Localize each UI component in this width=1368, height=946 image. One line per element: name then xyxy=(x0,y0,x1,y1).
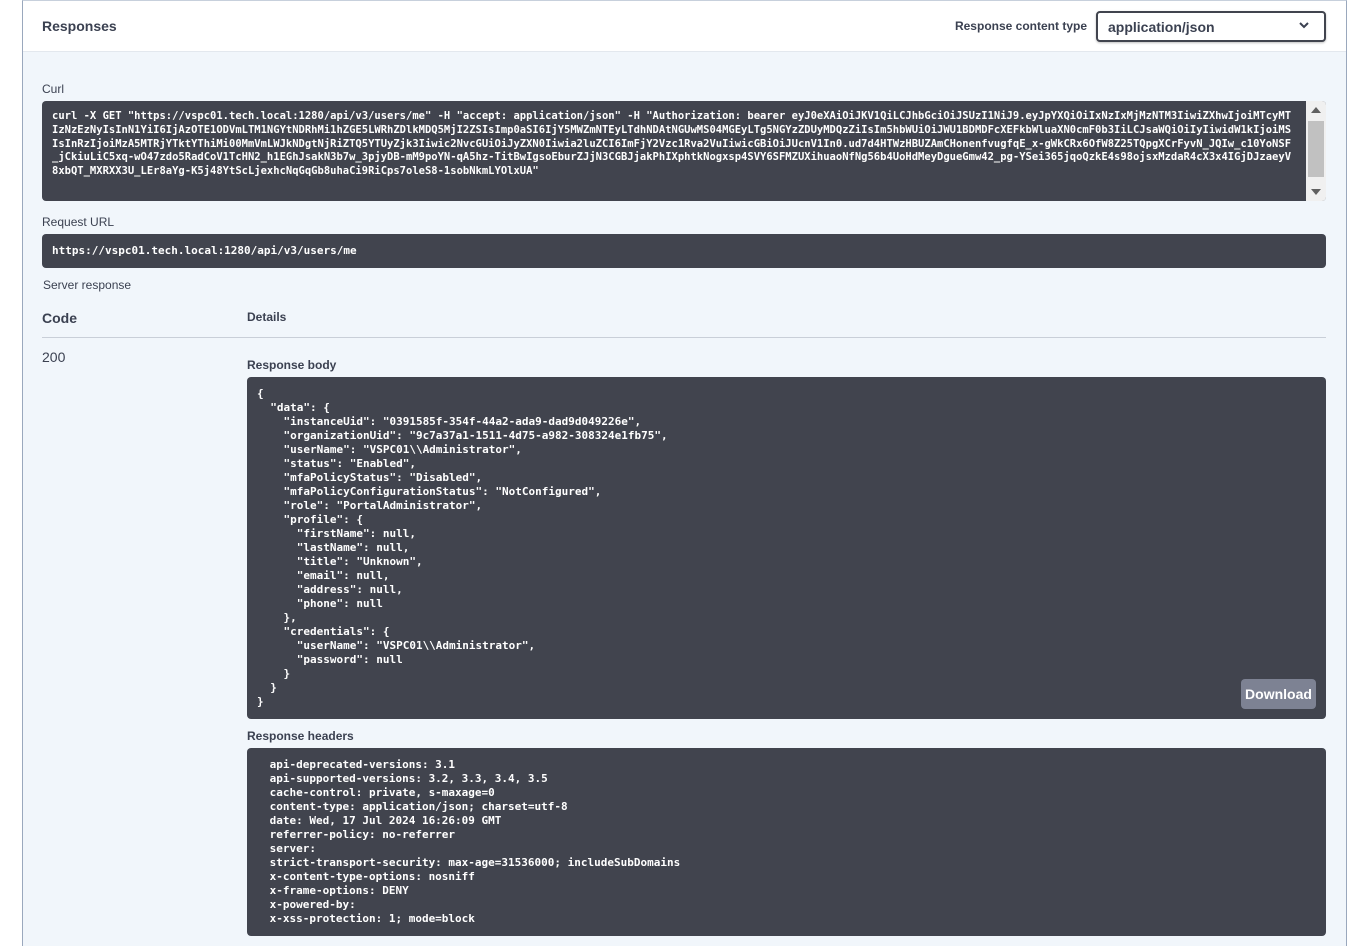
curl-label: Curl xyxy=(42,82,65,96)
response-headers-text: api-deprecated-versions: 3.1 api-support… xyxy=(269,758,681,925)
response-code: 200 xyxy=(42,349,66,365)
column-header-code: Code xyxy=(42,310,77,326)
curl-command: curl -X GET "https://vspc01.tech.local:1… xyxy=(52,110,1292,178)
download-button[interactable]: Download xyxy=(1241,679,1316,709)
responses-panel: Responses Response content type applicat… xyxy=(22,0,1347,946)
response-headers-label: Response headers xyxy=(247,729,354,743)
request-url-value[interactable]: https://vspc01.tech.local:1280/api/v3/us… xyxy=(42,234,1326,268)
arrow-down-icon[interactable] xyxy=(1311,189,1321,195)
chevron-down-icon xyxy=(1299,22,1309,29)
server-response-label: Server response xyxy=(43,278,132,292)
responses-header: Responses Response content type applicat… xyxy=(23,1,1346,52)
curl-code-block[interactable]: curl -X GET "https://vspc01.tech.local:1… xyxy=(42,101,1326,201)
scrollbar-thumb[interactable] xyxy=(1308,121,1324,177)
content-type-value: application/json xyxy=(1108,19,1215,35)
request-url-label: Request URL xyxy=(42,215,115,229)
responses-title: Responses xyxy=(42,18,117,34)
arrow-up-icon[interactable] xyxy=(1311,107,1321,113)
response-body-label: Response body xyxy=(247,358,337,372)
response-headers-block[interactable]: api-deprecated-versions: 3.1 api-support… xyxy=(247,748,1326,936)
response-body-json: { "data": { "instanceUid": "0391585f-354… xyxy=(257,387,668,708)
curl-scrollbar[interactable] xyxy=(1306,101,1326,201)
response-body-block[interactable]: { "data": { "instanceUid": "0391585f-354… xyxy=(247,377,1326,719)
table-divider xyxy=(42,337,1326,338)
content-type-label: Response content type xyxy=(954,19,1087,33)
column-header-details: Details xyxy=(247,310,287,324)
content-type-select[interactable]: application/json xyxy=(1096,11,1326,42)
